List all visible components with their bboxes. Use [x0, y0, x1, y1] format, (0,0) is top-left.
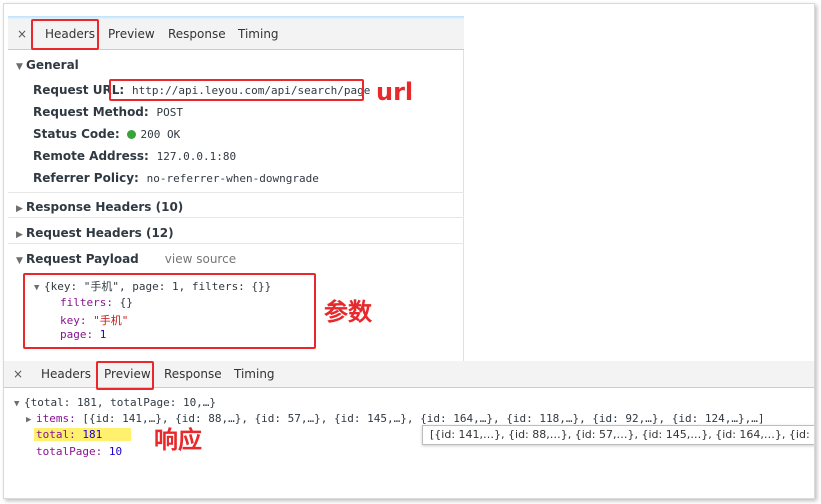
expand-triangle-icon: ▼: [16, 62, 23, 72]
tab-preview[interactable]: Preview: [104, 361, 151, 388]
response-total: total: 181: [34, 428, 131, 441]
request-url-label: Request URL:: [33, 83, 125, 97]
details-tabbar: × Headers Preview Response Timing: [8, 19, 464, 50]
status-code-row: Status Code: 200 OK: [33, 127, 180, 141]
close-icon[interactable]: ×: [17, 19, 27, 49]
payload-summary[interactable]: ▼ {key: "手机", page: 1, filters: {}}: [34, 278, 271, 294]
close-icon[interactable]: ×: [13, 361, 23, 388]
status-ok-icon: [127, 130, 137, 139]
divider: [8, 243, 464, 244]
payload-key: key: "手机": [60, 314, 129, 327]
request-method-label: Request Method:: [33, 105, 149, 119]
collapsed-triangle-icon: ▶: [16, 204, 23, 214]
referrer-policy-value: no-referrer-when-downgrade: [146, 172, 319, 185]
divider: [8, 192, 464, 193]
tab-timing[interactable]: Timing: [238, 19, 279, 49]
preview-tabbar: × Headers Preview Response Timing: [4, 361, 814, 390]
response-headers-section-header[interactable]: ▶ Response Headers (10): [16, 200, 183, 214]
request-method-row: Request Method: POST: [33, 105, 183, 119]
response-total-page: totalPage: 10: [36, 445, 123, 458]
referrer-policy-row: Referrer Policy: no-referrer-when-downgr…: [33, 171, 319, 185]
tab-preview[interactable]: Preview: [108, 19, 155, 49]
tab-timing[interactable]: Timing: [234, 361, 275, 388]
request-url-row: Request URL: http://api.leyou.com/api/se…: [33, 83, 370, 97]
remote-address-label: Remote Address:: [33, 149, 149, 163]
payload-filters: filters: {}: [60, 296, 133, 309]
divider: [8, 217, 464, 218]
request-headers-section-header[interactable]: ▶ Request Headers (12): [16, 226, 174, 240]
view-source-link[interactable]: view source: [165, 252, 236, 266]
request-method-value: POST: [156, 106, 184, 119]
screenshot-frame: × Headers Preview Response Timing ▼ Gener…: [3, 3, 815, 499]
tab-response[interactable]: Response: [168, 19, 226, 49]
payload-page: page: 1: [60, 328, 107, 341]
tab-headers[interactable]: Headers: [45, 19, 95, 49]
request-url-value: http://api.leyou.com/api/search/page: [131, 84, 371, 97]
referrer-policy-label: Referrer Policy:: [33, 171, 139, 185]
response-summary[interactable]: ▼ {total: 181, totalPage: 10,…}: [14, 396, 216, 409]
items-tooltip: [{id: 141,…}, {id: 88,…}, {id: 57,…}, {i…: [422, 425, 814, 445]
expand-triangle-icon: ▼: [16, 256, 23, 266]
collapsed-triangle-icon: ▶: [26, 415, 32, 425]
status-code-label: Status Code:: [33, 127, 120, 141]
network-details-panel: × Headers Preview Response Timing ▼ Gener…: [8, 16, 464, 362]
params-annotation: 参数: [324, 298, 372, 326]
remote-address-row: Remote Address: 127.0.0.1:80: [33, 149, 236, 163]
collapsed-triangle-icon: ▶: [16, 230, 23, 240]
remote-address-value: 127.0.0.1:80: [156, 150, 237, 163]
tab-headers[interactable]: Headers: [41, 361, 91, 388]
response-items[interactable]: ▶ items: [{id: 141,…}, {id: 88,…}, {id: 5…: [26, 412, 765, 425]
status-code-value: 200 OK: [140, 128, 181, 141]
response-annotation: 响应: [154, 426, 202, 454]
expand-triangle-icon: ▼: [34, 283, 40, 293]
tab-response[interactable]: Response: [164, 361, 222, 388]
expand-triangle-icon: ▼: [14, 399, 20, 409]
request-payload-section-header[interactable]: ▼ Request Payload view source: [16, 252, 236, 266]
general-section-header[interactable]: ▼ General: [16, 58, 79, 72]
preview-panel: × Headers Preview Response Timing ▼ {tota…: [4, 361, 814, 498]
url-annotation: url: [376, 78, 414, 106]
